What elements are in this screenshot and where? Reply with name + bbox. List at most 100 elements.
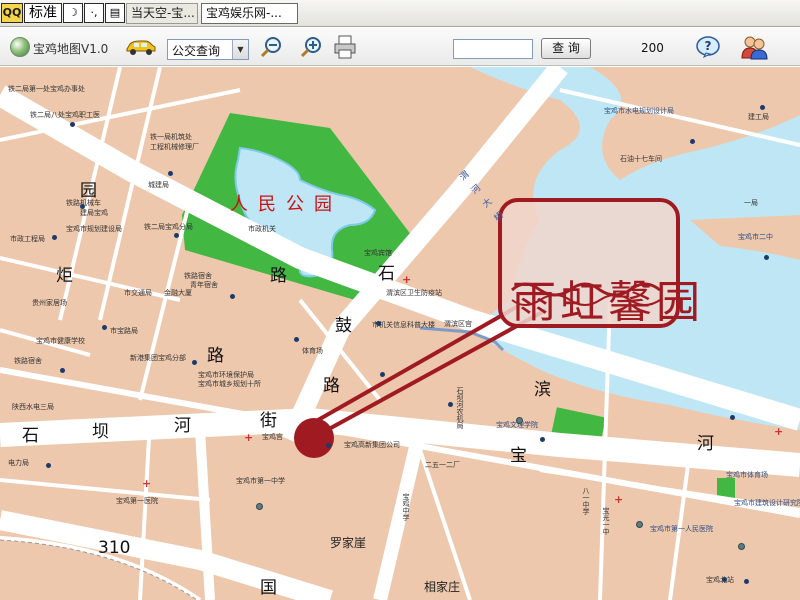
poi-label: 陕西水电三局 (12, 403, 54, 411)
school-icon[interactable] (738, 543, 745, 550)
poi-dot[interactable] (80, 204, 85, 209)
poi-label: 渭滨区卫生防疫站 (386, 289, 442, 297)
poi-dot[interactable] (448, 402, 453, 407)
poi-dot[interactable] (60, 368, 65, 373)
poi-dot[interactable] (326, 443, 331, 448)
poi-label: 体育场 (302, 347, 323, 355)
hospital-icon[interactable]: + (142, 478, 151, 489)
poi-label: 金融大厦 (164, 289, 192, 297)
road-char-he: 河 (174, 416, 191, 436)
search-button[interactable]: 查 询 (541, 38, 591, 59)
printer-icon[interactable] (333, 34, 357, 60)
poi-label: 城建局 (148, 181, 169, 189)
poi-label: 铁一局机筑处 (150, 133, 192, 141)
location-pin (294, 418, 334, 458)
poi-label: 宝鸡高新集团公司 (344, 441, 400, 449)
poi-label: 青年宿舍 (190, 281, 218, 289)
poi-dot[interactable] (722, 577, 727, 582)
poi-label: 宝鸡宾馆 (364, 249, 392, 257)
stamp-text: 雨虹馨园 (512, 277, 704, 328)
ime-punct-toggle[interactable]: ·, (84, 3, 104, 23)
road-char-jie: 街 (260, 411, 277, 431)
poi-label: 电力局 (8, 459, 29, 467)
poi-dot[interactable] (70, 122, 75, 127)
poi-dot[interactable] (46, 463, 51, 468)
poi-label: 宝鸡市第一中学 (236, 477, 285, 485)
ime-keyboard-icon[interactable]: ▤ (105, 3, 125, 23)
road-char-shi-1: 石 (378, 264, 395, 284)
school-icon[interactable] (256, 503, 263, 510)
poi-label: 宝鸡市体育场 (726, 471, 768, 479)
poi-dot[interactable] (174, 233, 179, 238)
poi-label: 宝鸡宫 (262, 433, 283, 441)
poi-label: 市宝路局 (110, 327, 138, 335)
chevron-down-icon[interactable]: ▼ (232, 40, 248, 59)
poi-label: 建局宝鸡 (80, 209, 108, 217)
poi-label: 二五一二厂 (425, 461, 460, 469)
zoom-level: 200 (641, 41, 664, 55)
poi-label: 市政机关 (248, 225, 276, 233)
poi-label: 市机关信息科普大楼 (372, 321, 435, 329)
car-icon[interactable] (124, 38, 158, 56)
road-char-he-2: 河 (697, 434, 714, 454)
poi-dot[interactable] (230, 294, 235, 299)
park-name: 人民公园 (230, 194, 342, 215)
school-icon[interactable] (636, 521, 643, 528)
hospital-icon[interactable]: + (774, 426, 783, 437)
poi-label: 市交通局 (124, 289, 152, 297)
poi-dot[interactable] (294, 337, 299, 342)
search-input[interactable] (453, 39, 533, 59)
task-tab-2[interactable]: 宝鸡娱乐网-... (201, 3, 298, 24)
poi-dot[interactable] (168, 171, 173, 176)
poi-label: 八一中学 (582, 487, 590, 515)
poi-label: 宝鸡市环境保护局 (198, 371, 254, 379)
poi-dot[interactable] (380, 372, 385, 377)
magnifier-minus-icon[interactable] (260, 35, 284, 59)
poi-dot[interactable] (540, 437, 545, 442)
query-mode-select[interactable]: 公交查询 ▼ (167, 39, 249, 60)
poi-label: 宝鸡市健康学校 (36, 337, 85, 345)
map-view[interactable]: 雨虹馨园 人民公园 罗家崖 相家庄 园 路 炬 路 石 鼓 路 石 坝 河 街 … (0, 67, 800, 600)
poi-label: 铁路宿舍 (14, 357, 42, 365)
ime-logo-icon[interactable]: QQ (1, 3, 23, 23)
poi-dot[interactable] (690, 139, 695, 144)
poi-dot[interactable] (730, 415, 735, 420)
poi-label: 宝鸡市规划建设局 (66, 225, 122, 233)
poi-dot[interactable] (52, 235, 57, 240)
poi-dot[interactable] (192, 360, 197, 365)
users-icon[interactable] (740, 34, 768, 60)
task-tab-1[interactable]: 当天空-宝... (126, 3, 198, 24)
road-char-lu-2: 路 (207, 346, 224, 366)
road-char-shi-2: 石 (22, 426, 39, 446)
poi-label: 铁二局宝鸡分局 (144, 223, 193, 231)
poi-dot[interactable] (744, 579, 749, 584)
taskbar: QQ 标准 ☽ ·, ▤ 当天空-宝... 宝鸡娱乐网-... (0, 0, 800, 27)
area-xiangjiazhuang: 相家庄 (424, 580, 461, 594)
hospital-icon[interactable]: + (402, 274, 411, 285)
road-char-bao: 宝 (510, 446, 527, 466)
magnifier-plus-icon[interactable] (300, 35, 324, 59)
svg-text:?: ? (705, 39, 712, 53)
poi-label: 宝鸡北站 (706, 576, 734, 584)
road-name-310: 310 (98, 538, 131, 558)
poi-dot[interactable] (376, 321, 381, 326)
poi-dot[interactable] (760, 105, 765, 110)
road-char-lu-3: 路 (323, 376, 340, 396)
poi-label: 宝鸡市第一人民医院 (650, 525, 713, 533)
school-icon[interactable] (516, 417, 523, 424)
poi-label: 宝鸡市水电规划设计局 (604, 107, 674, 115)
poi-label: 市政工程局 (10, 235, 45, 243)
road-char-guo: 国 (260, 578, 277, 598)
area-luojiaya: 罗家崖 (330, 536, 367, 550)
hospital-icon[interactable]: + (614, 494, 623, 505)
help-icon[interactable]: ? (695, 35, 721, 59)
poi-dot[interactable] (102, 325, 107, 330)
ime-mode-toggle[interactable]: 标准 (24, 3, 62, 23)
ime-moon-icon[interactable]: ☽ (63, 3, 83, 23)
poi-dot[interactable] (764, 255, 769, 260)
poi-label: 宝鸡第一医院 (116, 497, 158, 505)
poi-label: 铁二局第一处宝鸡办事处 (8, 85, 85, 93)
poi-label: 宝光一中 (602, 507, 610, 535)
poi-label: 贵州家居场 (32, 299, 67, 307)
hospital-icon[interactable]: + (244, 432, 253, 443)
